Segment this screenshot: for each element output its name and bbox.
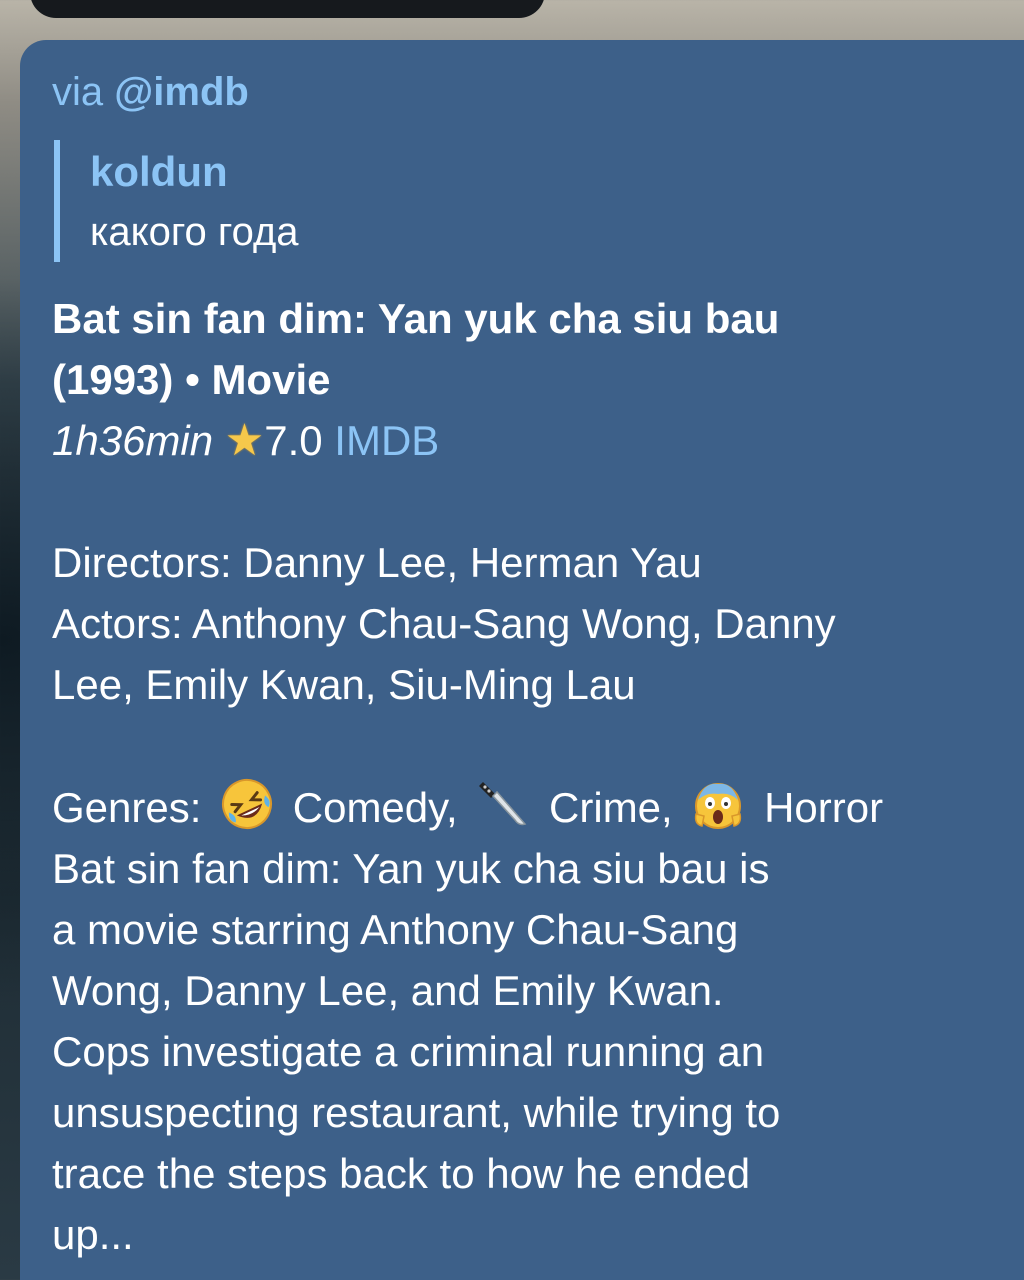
genre-comedy: Comedy, — [292, 784, 458, 831]
directors-line: Directors: Danny Lee, Herman Yau — [52, 539, 702, 586]
genres-label: Genres: — [52, 784, 202, 831]
genre-crime: Crime, — [549, 784, 673, 831]
movie-title: Bat sin fan dim: Yan yuk cha siu bau — [52, 295, 780, 342]
description-line: trace the steps back to how he ended — [52, 1150, 751, 1197]
description-line: unsuspecting restaurant, while trying to — [52, 1089, 781, 1136]
runtime: 1h36min — [52, 417, 214, 464]
star-icon: ★ — [224, 416, 265, 465]
screaming-face-emoji-icon — [695, 783, 742, 829]
imdb-link[interactable]: IMDB — [334, 417, 439, 464]
bot-handle-link[interactable]: @imdb — [114, 70, 249, 114]
actors-line-1: Actors: Anthony Chau-Sang Wong, Danny — [52, 600, 836, 647]
runtime-rating-line: 1h36min ★7.0 IMDB — [52, 410, 1012, 471]
genres-line: Genres: Comedy, Crime, Horror — [52, 776, 1012, 838]
rating-value: 7.0 — [264, 417, 323, 464]
forward-via-header: via @imdb — [52, 70, 249, 115]
description-line: Bat sin fan dim: Yan yuk cha siu bau is — [52, 845, 770, 892]
knife-emoji-icon — [479, 782, 527, 826]
message-bubble[interactable]: via @imdb koldun какого года Bat sin fan… — [20, 40, 1024, 1280]
movie-year-type: (1993) • Movie — [52, 356, 331, 403]
reply-author: koldun — [90, 148, 228, 195]
description-line: Wong, Danny Lee, and Emily Kwan. — [52, 967, 724, 1014]
description-line: up... — [52, 1211, 134, 1258]
via-label: via — [52, 70, 104, 114]
message-text: Bat sin fan dim: Yan yuk cha siu bau (19… — [52, 288, 1012, 1265]
reply-quote[interactable]: koldun какого года — [54, 140, 299, 262]
previous-message-bubble — [30, 0, 545, 18]
actors-line-2: Lee, Emily Kwan, Siu-Ming Lau — [52, 661, 636, 708]
genre-horror: Horror — [764, 784, 884, 831]
description-line: Cops investigate a criminal running an — [52, 1028, 765, 1075]
rolling-laughing-emoji-icon — [222, 779, 273, 829]
reply-text: какого года — [90, 210, 299, 254]
description-line: a movie starring Anthony Chau-Sang — [52, 906, 739, 953]
description: Bat sin fan dim: Yan yuk cha siu bau is … — [52, 838, 1012, 1265]
